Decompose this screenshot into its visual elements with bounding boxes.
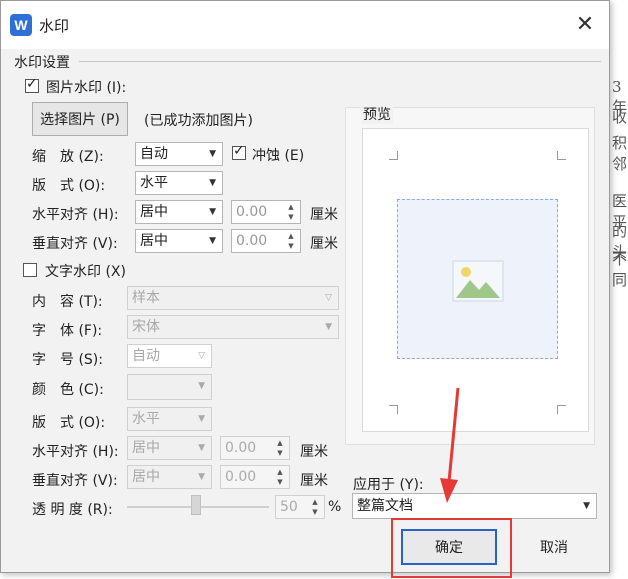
annotation-arrow xyxy=(440,387,460,503)
annotation-highlight-box xyxy=(391,518,512,578)
preview-title: 预览 xyxy=(361,104,393,124)
